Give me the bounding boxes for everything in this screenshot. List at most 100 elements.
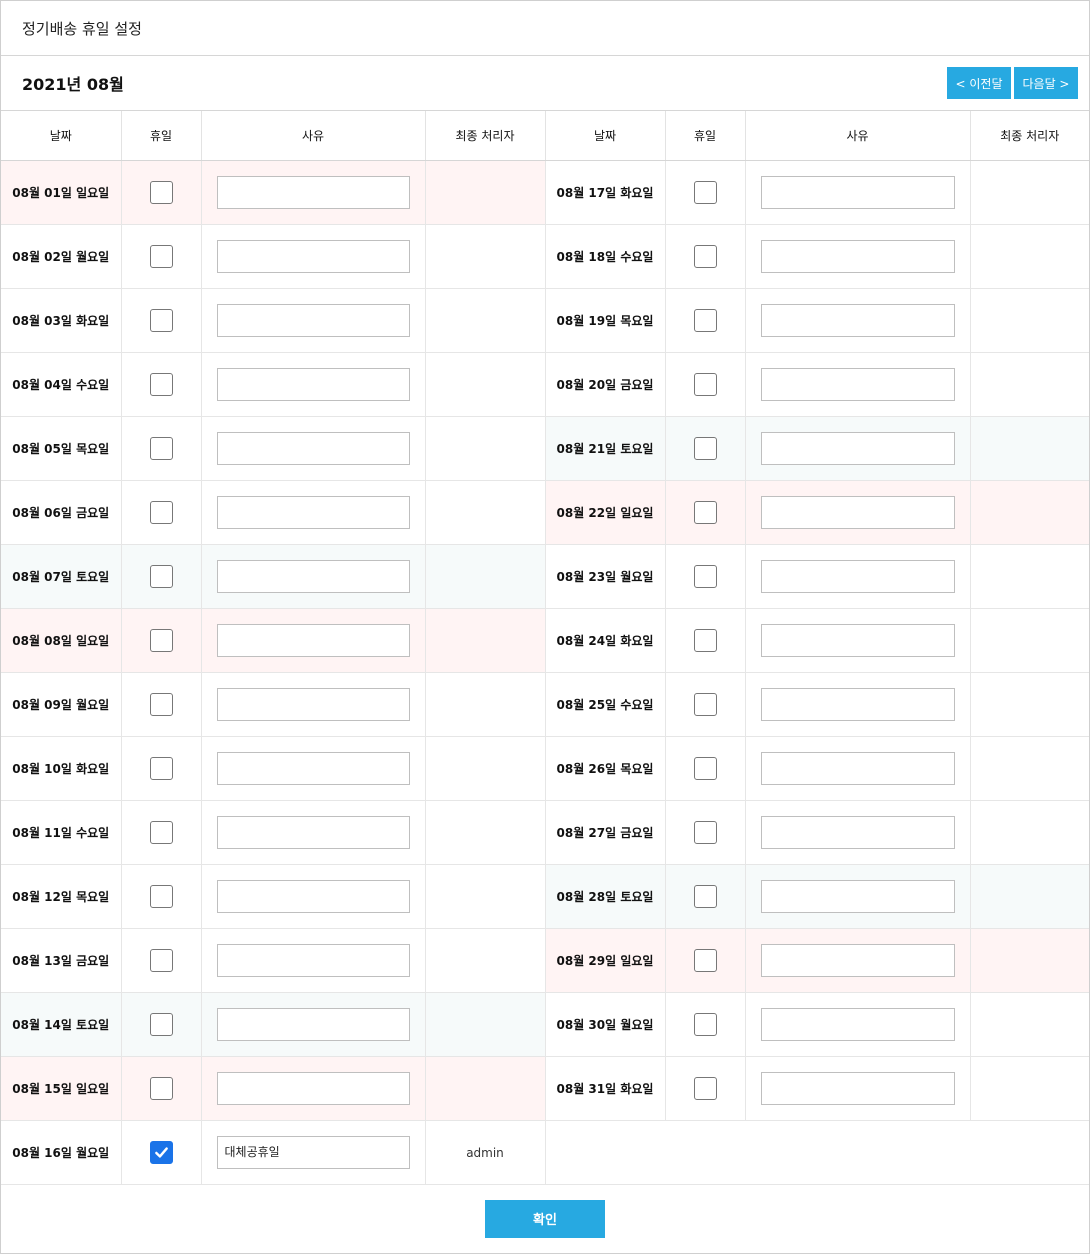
reason-cell bbox=[201, 608, 426, 673]
holiday-checkbox[interactable] bbox=[693, 1077, 717, 1100]
date-label: 08월 05일 목요일 bbox=[12, 442, 110, 456]
holiday-checkbox[interactable] bbox=[693, 245, 717, 268]
col-header-holiday: 휴일 bbox=[121, 111, 202, 161]
confirm-button[interactable]: 확인 bbox=[485, 1199, 605, 1238]
date-label: 08월 06일 금요일 bbox=[12, 506, 110, 520]
holiday-checkbox[interactable] bbox=[149, 1141, 173, 1164]
holiday-checkbox[interactable] bbox=[149, 693, 173, 716]
reason-input[interactable] bbox=[216, 752, 410, 785]
holiday-checkbox[interactable] bbox=[149, 885, 173, 908]
holiday-checkbox[interactable] bbox=[149, 501, 173, 524]
prev-month-button[interactable]: < 이전달 bbox=[947, 67, 1011, 99]
holiday-checkbox[interactable] bbox=[149, 245, 173, 268]
holiday-checkbox[interactable] bbox=[149, 821, 173, 844]
table-row: 08월 14일 토요일 08월 30일 월요일 bbox=[1, 992, 1089, 1057]
reason-cell bbox=[745, 800, 971, 865]
processor-cell bbox=[970, 224, 1089, 289]
next-month-button[interactable]: 다음달 > bbox=[1014, 67, 1078, 99]
holiday-checkbox[interactable] bbox=[693, 501, 717, 524]
holiday-checkbox[interactable] bbox=[693, 373, 717, 396]
reason-cell bbox=[745, 544, 971, 609]
holiday-checkbox[interactable] bbox=[149, 757, 173, 780]
reason-cell bbox=[745, 608, 971, 673]
holiday-checkbox[interactable] bbox=[693, 1013, 717, 1036]
holiday-cell bbox=[121, 672, 202, 737]
holiday-checkbox[interactable] bbox=[149, 949, 173, 972]
reason-input[interactable] bbox=[216, 688, 410, 721]
holiday-checkbox[interactable] bbox=[149, 629, 173, 652]
reason-input[interactable] bbox=[760, 496, 955, 529]
reason-input[interactable] bbox=[216, 880, 410, 913]
holiday-checkbox[interactable] bbox=[693, 885, 717, 908]
holiday-checkbox[interactable] bbox=[149, 1013, 173, 1036]
reason-input[interactable] bbox=[760, 240, 955, 273]
reason-input[interactable] bbox=[760, 624, 955, 657]
holiday-checkbox[interactable] bbox=[149, 309, 173, 332]
holiday-checkbox[interactable] bbox=[149, 181, 173, 204]
reason-cell bbox=[745, 416, 971, 481]
reason-input[interactable] bbox=[760, 816, 955, 849]
holiday-checkbox[interactable] bbox=[149, 565, 173, 588]
reason-cell bbox=[745, 288, 971, 353]
reason-input[interactable] bbox=[760, 688, 955, 721]
reason-cell bbox=[745, 480, 971, 545]
holiday-checkbox[interactable] bbox=[693, 949, 717, 972]
reason-input[interactable] bbox=[216, 496, 410, 529]
reason-input[interactable] bbox=[216, 368, 410, 401]
reason-cell bbox=[201, 864, 426, 929]
processor-cell bbox=[970, 672, 1089, 737]
date-label: 08월 28일 토요일 bbox=[556, 890, 654, 904]
reason-input[interactable] bbox=[216, 1072, 410, 1105]
holiday-checkbox[interactable] bbox=[693, 437, 717, 460]
reason-input[interactable] bbox=[216, 304, 410, 337]
holiday-checkbox[interactable] bbox=[693, 629, 717, 652]
reason-cell bbox=[201, 928, 426, 993]
reason-input[interactable] bbox=[760, 368, 955, 401]
holiday-checkbox[interactable] bbox=[693, 821, 717, 844]
reason-input[interactable] bbox=[760, 560, 955, 593]
holiday-checkbox[interactable] bbox=[693, 181, 717, 204]
reason-input[interactable] bbox=[216, 240, 410, 273]
reason-input[interactable] bbox=[760, 944, 955, 977]
processor-cell bbox=[425, 672, 546, 737]
table-row: 08월 12일 목요일 08월 28일 토요일 bbox=[1, 864, 1089, 929]
reason-input[interactable] bbox=[760, 1008, 955, 1041]
processor-cell bbox=[970, 480, 1089, 545]
date-label: 08월 30일 월요일 bbox=[556, 1018, 654, 1032]
col-header-reason: 사유 bbox=[745, 111, 971, 161]
reason-cell bbox=[201, 800, 426, 865]
holiday-checkbox[interactable] bbox=[149, 373, 173, 396]
reason-input[interactable] bbox=[760, 432, 955, 465]
reason-input[interactable]: 대체공휴일 bbox=[216, 1136, 410, 1169]
reason-input[interactable] bbox=[216, 944, 410, 977]
col-header-reason: 사유 bbox=[201, 111, 426, 161]
reason-input[interactable] bbox=[216, 1008, 410, 1041]
holiday-checkbox[interactable] bbox=[693, 693, 717, 716]
reason-input[interactable] bbox=[216, 560, 410, 593]
date-cell: 08월 16일 월요일 bbox=[1, 1120, 122, 1185]
holiday-cell bbox=[665, 992, 746, 1057]
processor-cell bbox=[425, 544, 546, 609]
processor-cell bbox=[425, 608, 546, 673]
reason-input[interactable] bbox=[216, 432, 410, 465]
reason-input[interactable] bbox=[760, 304, 955, 337]
reason-input[interactable] bbox=[760, 880, 955, 913]
reason-input[interactable] bbox=[216, 816, 410, 849]
reason-input[interactable] bbox=[760, 1072, 955, 1105]
reason-input[interactable] bbox=[760, 176, 955, 209]
holiday-checkbox[interactable] bbox=[693, 565, 717, 588]
reason-input[interactable] bbox=[760, 752, 955, 785]
holiday-table: 날짜 휴일 사유 최종 처리자 날짜 휴일 사유 최종 처리자 08월 01일 … bbox=[1, 111, 1089, 1185]
date-label: 08월 18일 수요일 bbox=[556, 250, 654, 264]
date-cell: 08월 31일 화요일 bbox=[545, 1056, 666, 1121]
holiday-cell bbox=[665, 160, 746, 225]
holiday-checkbox[interactable] bbox=[693, 309, 717, 332]
holiday-checkbox[interactable] bbox=[693, 757, 717, 780]
holiday-checkbox[interactable] bbox=[149, 437, 173, 460]
reason-input[interactable] bbox=[216, 624, 410, 657]
holiday-cell bbox=[121, 480, 202, 545]
holiday-checkbox[interactable] bbox=[149, 1077, 173, 1100]
reason-input[interactable] bbox=[216, 176, 410, 209]
reason-cell bbox=[745, 352, 971, 417]
reason-cell: 대체공휴일 bbox=[201, 1120, 426, 1185]
